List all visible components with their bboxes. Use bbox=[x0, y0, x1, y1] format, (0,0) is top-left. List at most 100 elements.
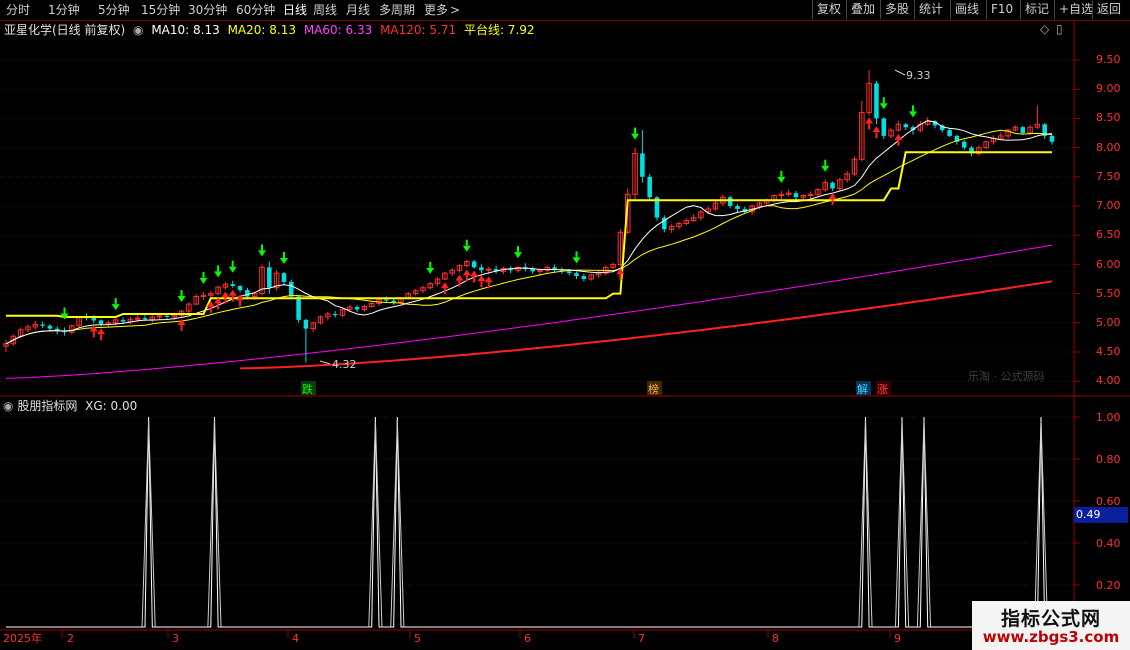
candle-body-down bbox=[881, 118, 887, 136]
candle-body-down bbox=[230, 284, 236, 287]
candle-body-down bbox=[471, 261, 477, 268]
candle-body-down bbox=[1020, 127, 1026, 133]
price-tick: 5.00 bbox=[1096, 316, 1121, 329]
site-watermark: 指标公式网 www.zbgs3.com bbox=[972, 601, 1130, 650]
xg-spike-outline bbox=[894, 421, 910, 628]
event-badges: 跌 榜 解 涨 bbox=[301, 381, 891, 396]
xg-spike-outline bbox=[916, 421, 932, 628]
xg-spike-outline bbox=[368, 421, 383, 628]
candle-body-down bbox=[735, 206, 740, 209]
candle-body-down bbox=[384, 299, 389, 301]
candle-body-down bbox=[530, 269, 535, 272]
candle-body-down bbox=[164, 315, 170, 317]
sell-signal-arrow bbox=[177, 318, 186, 325]
candle-body-down bbox=[98, 320, 104, 324]
sell-signal-arrow bbox=[894, 133, 903, 140]
ma20-line bbox=[5, 129, 1053, 345]
candle-body-down bbox=[640, 153, 645, 177]
candle-body-down bbox=[47, 325, 53, 329]
sell-signal-arrow bbox=[228, 289, 237, 296]
candle-body-down bbox=[91, 318, 97, 321]
buy-signal-arrow bbox=[777, 176, 786, 183]
price-tick: 7.00 bbox=[1096, 199, 1121, 212]
watermark-title: 指标公式网 bbox=[1000, 608, 1101, 630]
candle-body-down bbox=[332, 314, 338, 316]
low-price-label: 4.32 bbox=[332, 358, 357, 371]
buy-signal-arrow bbox=[909, 111, 918, 118]
xg-spike-outline bbox=[1033, 421, 1049, 628]
sell-signal-arrow bbox=[221, 291, 230, 298]
badge-zhang: 涨 bbox=[877, 383, 888, 396]
candle-body-down bbox=[289, 281, 294, 297]
date-tick: 2025年 bbox=[3, 631, 42, 645]
price-tick: 6.00 bbox=[1096, 258, 1121, 271]
buy-signal-arrow bbox=[228, 266, 237, 273]
date-tick: 5 bbox=[414, 632, 421, 645]
candle-body-down bbox=[830, 182, 835, 189]
ma120-line bbox=[240, 280, 1053, 370]
sell-signal-arrow bbox=[440, 282, 449, 289]
badge-bang: 榜 bbox=[648, 382, 659, 396]
candle-body-down bbox=[354, 307, 360, 310]
date-tick: 6 bbox=[524, 632, 531, 645]
badge-jie: 解 bbox=[857, 382, 868, 396]
candle-body-down bbox=[566, 271, 572, 274]
price-axis: 9.50 9.00 8.50 8.00 7.50 7.00 6.50 6.00 … bbox=[1096, 53, 1121, 387]
sell-signal-arrow bbox=[484, 276, 493, 283]
candle-body-down bbox=[947, 130, 952, 136]
ma10-line bbox=[5, 120, 1053, 345]
buy-signal-arrow bbox=[111, 304, 120, 311]
sell-signal-arrow bbox=[97, 328, 106, 335]
date-axis: 2025年 2 3 4 5 6 7 8 9 bbox=[3, 631, 901, 645]
buy-signal-arrow bbox=[214, 271, 223, 278]
candle-body-down bbox=[874, 83, 879, 119]
candle-body-down bbox=[1049, 135, 1055, 142]
indicator-tick: 0.20 bbox=[1096, 579, 1121, 592]
candle-body-down bbox=[574, 273, 579, 277]
candle-body-down bbox=[237, 286, 243, 291]
buy-signal-arrow bbox=[279, 257, 288, 264]
date-tick: 4 bbox=[292, 632, 299, 645]
indicator-axis: 1.00 0.80 0.60 0.40 0.20 bbox=[1096, 411, 1121, 592]
candle-body-down bbox=[961, 141, 967, 148]
indicator-tick: 0.80 bbox=[1096, 453, 1121, 466]
ma120-polyline bbox=[240, 280, 1053, 370]
indicator-xg-line bbox=[6, 416, 1052, 628]
sell-signal-arrow bbox=[462, 269, 471, 276]
sell-signal-arrow bbox=[455, 274, 464, 281]
kline-chart[interactable]: 9.50 9.00 8.50 8.00 7.50 7.00 6.50 6.00 … bbox=[0, 0, 1130, 650]
date-tick: 7 bbox=[638, 632, 645, 645]
price-tick: 8.50 bbox=[1096, 111, 1121, 124]
sell-signal-arrow bbox=[865, 117, 874, 124]
xg-spike-outline bbox=[141, 421, 156, 628]
candle-body-down bbox=[793, 193, 799, 198]
chart-grid bbox=[0, 21, 1130, 650]
high-leader-line bbox=[894, 69, 906, 76]
candle-body-down bbox=[267, 267, 272, 288]
price-tick: 5.50 bbox=[1096, 287, 1121, 300]
candle-body-down bbox=[647, 176, 652, 198]
high-price-label: 9.33 bbox=[906, 69, 931, 82]
ma20-polyline bbox=[5, 129, 1053, 345]
buy-signal-arrow bbox=[879, 103, 888, 110]
buy-signal-arrow bbox=[572, 257, 581, 264]
date-tick: 3 bbox=[172, 632, 179, 645]
candle-body-down bbox=[581, 276, 587, 279]
buy-signal-arrow bbox=[426, 267, 435, 274]
candle-body-down bbox=[479, 267, 484, 271]
candle-body-down bbox=[245, 290, 250, 297]
sell-signal-arrow bbox=[470, 270, 479, 277]
buy-signal-arrow bbox=[631, 133, 640, 140]
price-tick: 4.50 bbox=[1096, 345, 1121, 358]
buy-signal-arrow bbox=[177, 295, 186, 302]
date-tick: 2 bbox=[67, 632, 74, 645]
indicator-tick: 0.40 bbox=[1096, 537, 1121, 550]
indicator-tick: 1.00 bbox=[1096, 411, 1121, 424]
buy-signal-arrow bbox=[462, 245, 471, 252]
buy-signal-arrow bbox=[258, 250, 267, 257]
candle-body-down bbox=[142, 318, 148, 320]
candle-body-down bbox=[727, 197, 733, 206]
current-value-badge: 0.49 bbox=[1074, 507, 1128, 523]
candle-body-down bbox=[296, 296, 301, 320]
xg-spike-outline bbox=[207, 421, 222, 628]
